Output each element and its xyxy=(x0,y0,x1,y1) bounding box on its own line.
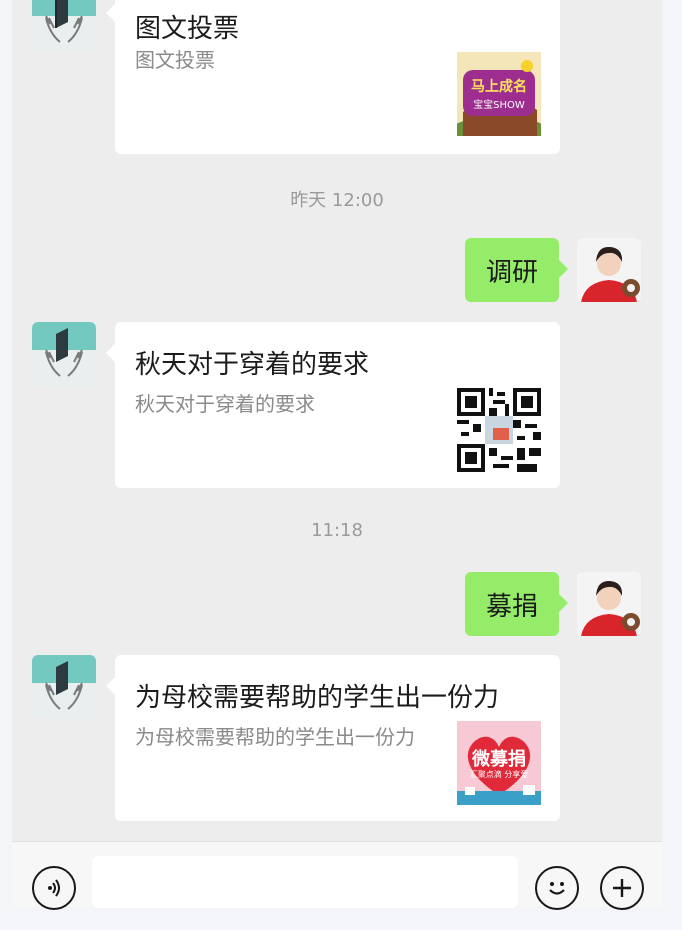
person-avatar-icon xyxy=(577,572,641,636)
card-description: 秋天对于穿着的要求 xyxy=(135,392,315,416)
donation-thumbnail: 微募捐 汇聚点滴 分享爱 xyxy=(457,721,541,805)
bot-avatar[interactable] xyxy=(32,0,96,52)
thumbnail-caption: 马上成名 xyxy=(471,79,527,95)
card-title: 为母校需要帮助的学生出一份力 xyxy=(135,683,500,713)
qr-code-icon xyxy=(457,388,541,472)
user-avatar[interactable] xyxy=(577,238,641,302)
user-message-bubble[interactable]: 调研 xyxy=(465,238,568,302)
card-title: 秋天对于穿着的要求 xyxy=(135,350,370,380)
more-button[interactable] xyxy=(600,866,644,910)
article-card[interactable]: 图文投票 图文投票 马上成名 宝宝SHOW xyxy=(106,0,560,154)
book-hands-icon xyxy=(45,0,83,43)
qr-code-thumbnail xyxy=(457,388,541,472)
timestamp: 昨天 12:00 xyxy=(290,190,384,211)
user-avatar[interactable] xyxy=(577,572,641,636)
chat-area[interactable]: 图文投票 图文投票 马上成名 宝宝SHOW 昨天 12:00 调研 秋天对于穿着… xyxy=(12,0,662,841)
message-input[interactable] xyxy=(92,856,518,908)
article-card[interactable]: 秋天对于穿着的要求 秋天对于穿着的要求 xyxy=(106,322,560,488)
input-bar xyxy=(12,841,662,910)
person-avatar-icon xyxy=(577,238,641,302)
card-description: 为母校需要帮助的学生出一份力 xyxy=(135,725,415,749)
timestamp: 11:18 xyxy=(311,520,363,541)
baby-show-thumbnail: 马上成名 宝宝SHOW xyxy=(457,52,541,136)
article-card[interactable]: 为母校需要帮助的学生出一份力 为母校需要帮助的学生出一份力 微募捐 汇聚点滴 分… xyxy=(106,655,560,821)
emoji-icon xyxy=(549,882,565,895)
book-hands-icon xyxy=(45,661,83,710)
bot-avatar[interactable] xyxy=(32,322,96,386)
thumbnail-caption: 微募捐 xyxy=(472,749,526,770)
card-title: 图文投票 xyxy=(135,14,240,44)
thumbnail-subcaption: 宝宝SHOW xyxy=(473,100,525,111)
emoji-button[interactable] xyxy=(535,866,579,910)
voice-icon xyxy=(48,879,60,897)
plus-icon xyxy=(613,879,631,897)
bot-avatar[interactable] xyxy=(32,655,96,719)
card-description: 图文投票 xyxy=(135,48,215,72)
thumbnail-subcaption: 汇聚点滴 分享爱 xyxy=(469,770,529,779)
voice-button[interactable] xyxy=(32,866,76,910)
user-message-bubble[interactable]: 募捐 xyxy=(465,572,568,636)
book-hands-icon xyxy=(45,328,83,377)
